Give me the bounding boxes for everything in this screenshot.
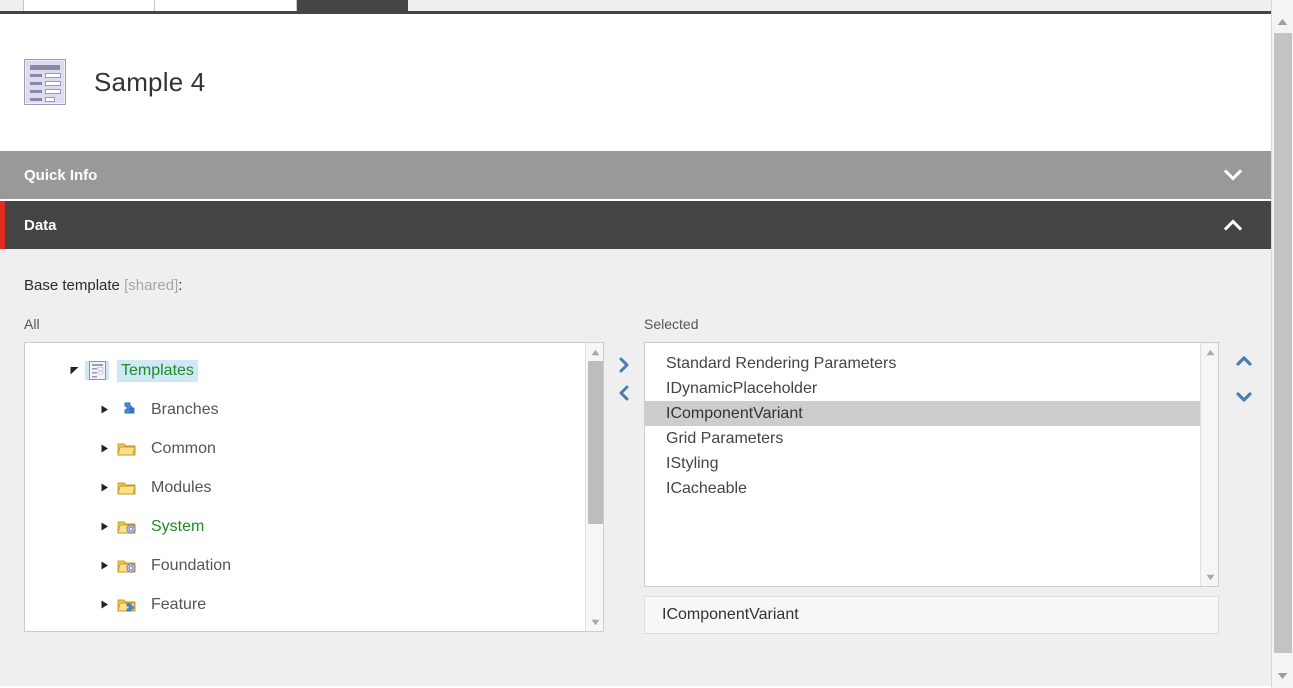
- selected-templates-list[interactable]: Standard Rendering Parameters IDynamicPl…: [644, 342, 1219, 587]
- data-section-content: Base template [shared]: All Templates Br…: [0, 249, 1271, 686]
- section-title-quick-info: Quick Info: [24, 166, 98, 184]
- branch-puzzle-icon: [115, 401, 139, 419]
- selected-column-label: Selected: [644, 316, 699, 332]
- folder-icon: [115, 479, 139, 497]
- field-label-colon: :: [178, 277, 183, 294]
- tree-node-common[interactable]: Common: [25, 429, 585, 468]
- expand-triangle-icon[interactable]: [93, 443, 115, 454]
- form-document-icon: [24, 59, 66, 105]
- tabstrip-trailing-pad: [408, 0, 1271, 11]
- list-item[interactable]: Grid Parameters: [645, 426, 1200, 451]
- list-item-selected[interactable]: IComponentVariant: [645, 401, 1200, 426]
- content-editor-body: Sample 4 Quick Info Data Base template […: [0, 14, 1271, 688]
- list-item[interactable]: IStyling: [645, 451, 1200, 476]
- section-title-data: Data: [24, 216, 57, 234]
- tree-scrollbar-thumb[interactable]: [588, 361, 603, 524]
- reorder-buttons: [1219, 316, 1269, 412]
- tree-node-system[interactable]: System: [25, 507, 585, 546]
- tree-node-foundation[interactable]: Foundation: [25, 546, 585, 585]
- scroll-up-arrow-icon[interactable]: [1201, 343, 1218, 361]
- selected-item-detail-box: IComponentVariant: [644, 596, 1219, 634]
- scroll-down-arrow-icon[interactable]: [1201, 568, 1218, 586]
- list-item[interactable]: ICacheable: [645, 476, 1200, 501]
- tab-inactive-1[interactable]: [24, 0, 155, 11]
- folder-gear-icon: [115, 518, 139, 536]
- tree-node-label: Feature: [151, 595, 207, 613]
- chevron-down-icon[interactable]: [1223, 165, 1243, 185]
- template-tree-rows: Templates Branches Common Modules System…: [25, 343, 585, 631]
- scroll-down-arrow-icon[interactable]: [1272, 666, 1293, 686]
- tree-node-branches[interactable]: Branches: [25, 390, 585, 429]
- expand-triangle-icon[interactable]: [93, 599, 115, 610]
- page-vertical-scrollbar[interactable]: [1271, 0, 1293, 688]
- folder-puzzle-icon: [115, 596, 139, 614]
- tree-node-label: Common: [151, 439, 216, 457]
- scroll-down-arrow-icon[interactable]: [586, 613, 603, 631]
- tree-node-label: Templates: [117, 359, 198, 382]
- move-down-button[interactable]: [1231, 384, 1257, 410]
- tree-node-label: System: [151, 517, 205, 535]
- list-item[interactable]: IDynamicPlaceholder: [645, 376, 1200, 401]
- selected-item-detail-value: IComponentVariant: [662, 606, 799, 623]
- move-up-button[interactable]: [1231, 348, 1257, 374]
- add-to-selected-button[interactable]: [611, 352, 637, 378]
- list-item[interactable]: Standard Rendering Parameters: [645, 351, 1200, 376]
- scroll-up-arrow-icon[interactable]: [1272, 12, 1293, 32]
- field-label-text: Base template: [24, 277, 120, 294]
- expand-triangle-icon[interactable]: [93, 404, 115, 415]
- tab-inactive-2[interactable]: [155, 0, 297, 11]
- tab-active[interactable]: [297, 0, 408, 11]
- template-tree[interactable]: Templates Branches Common Modules System…: [24, 342, 604, 632]
- content-editor-tabstrip[interactable]: [0, 0, 1271, 11]
- all-column-label: All: [24, 316, 40, 332]
- scroll-up-arrow-icon[interactable]: [586, 343, 603, 361]
- section-header-data[interactable]: Data: [0, 201, 1271, 249]
- tree-node-label: Foundation: [151, 556, 232, 574]
- remove-from-selected-button[interactable]: [611, 380, 637, 406]
- folder-icon: [115, 440, 139, 458]
- tree-vertical-scrollbar[interactable]: [585, 343, 603, 631]
- tree-node-modules[interactable]: Modules: [25, 468, 585, 507]
- page-title: Sample 4: [94, 66, 206, 97]
- expand-triangle-icon[interactable]: [93, 521, 115, 532]
- section-header-quick-info[interactable]: Quick Info: [0, 151, 1271, 199]
- selected-list-items: Standard Rendering Parameters IDynamicPl…: [645, 343, 1200, 501]
- base-template-picker: All Templates Branches Common Modules Sy…: [0, 316, 1271, 634]
- selected-list-vertical-scrollbar[interactable]: [1200, 343, 1218, 586]
- base-template-field-label: Base template [shared]:: [0, 249, 1271, 294]
- transfer-buttons: [604, 316, 644, 408]
- item-header: Sample 4: [0, 14, 1271, 151]
- tree-node-feature[interactable]: Feature: [25, 585, 585, 624]
- field-shared-tag: [shared]: [124, 277, 179, 294]
- tree-node-label: Modules: [151, 478, 212, 496]
- collapse-triangle-icon[interactable]: [63, 365, 85, 376]
- page-scrollbar-thumb[interactable]: [1274, 33, 1292, 653]
- selected-templates-column: Selected Standard Rendering Parameters I…: [644, 316, 1219, 634]
- expand-triangle-icon[interactable]: [93, 482, 115, 493]
- expand-triangle-icon[interactable]: [93, 560, 115, 571]
- folder-gear-icon: [115, 557, 139, 575]
- tree-node-templates[interactable]: Templates: [25, 351, 585, 390]
- chevron-up-icon[interactable]: [1223, 215, 1243, 235]
- tree-node-label: Branches: [151, 400, 219, 418]
- all-templates-column: All Templates Branches Common Modules Sy…: [24, 316, 604, 632]
- tabstrip-leading-pad: [0, 0, 24, 11]
- template-document-icon: [85, 361, 109, 380]
